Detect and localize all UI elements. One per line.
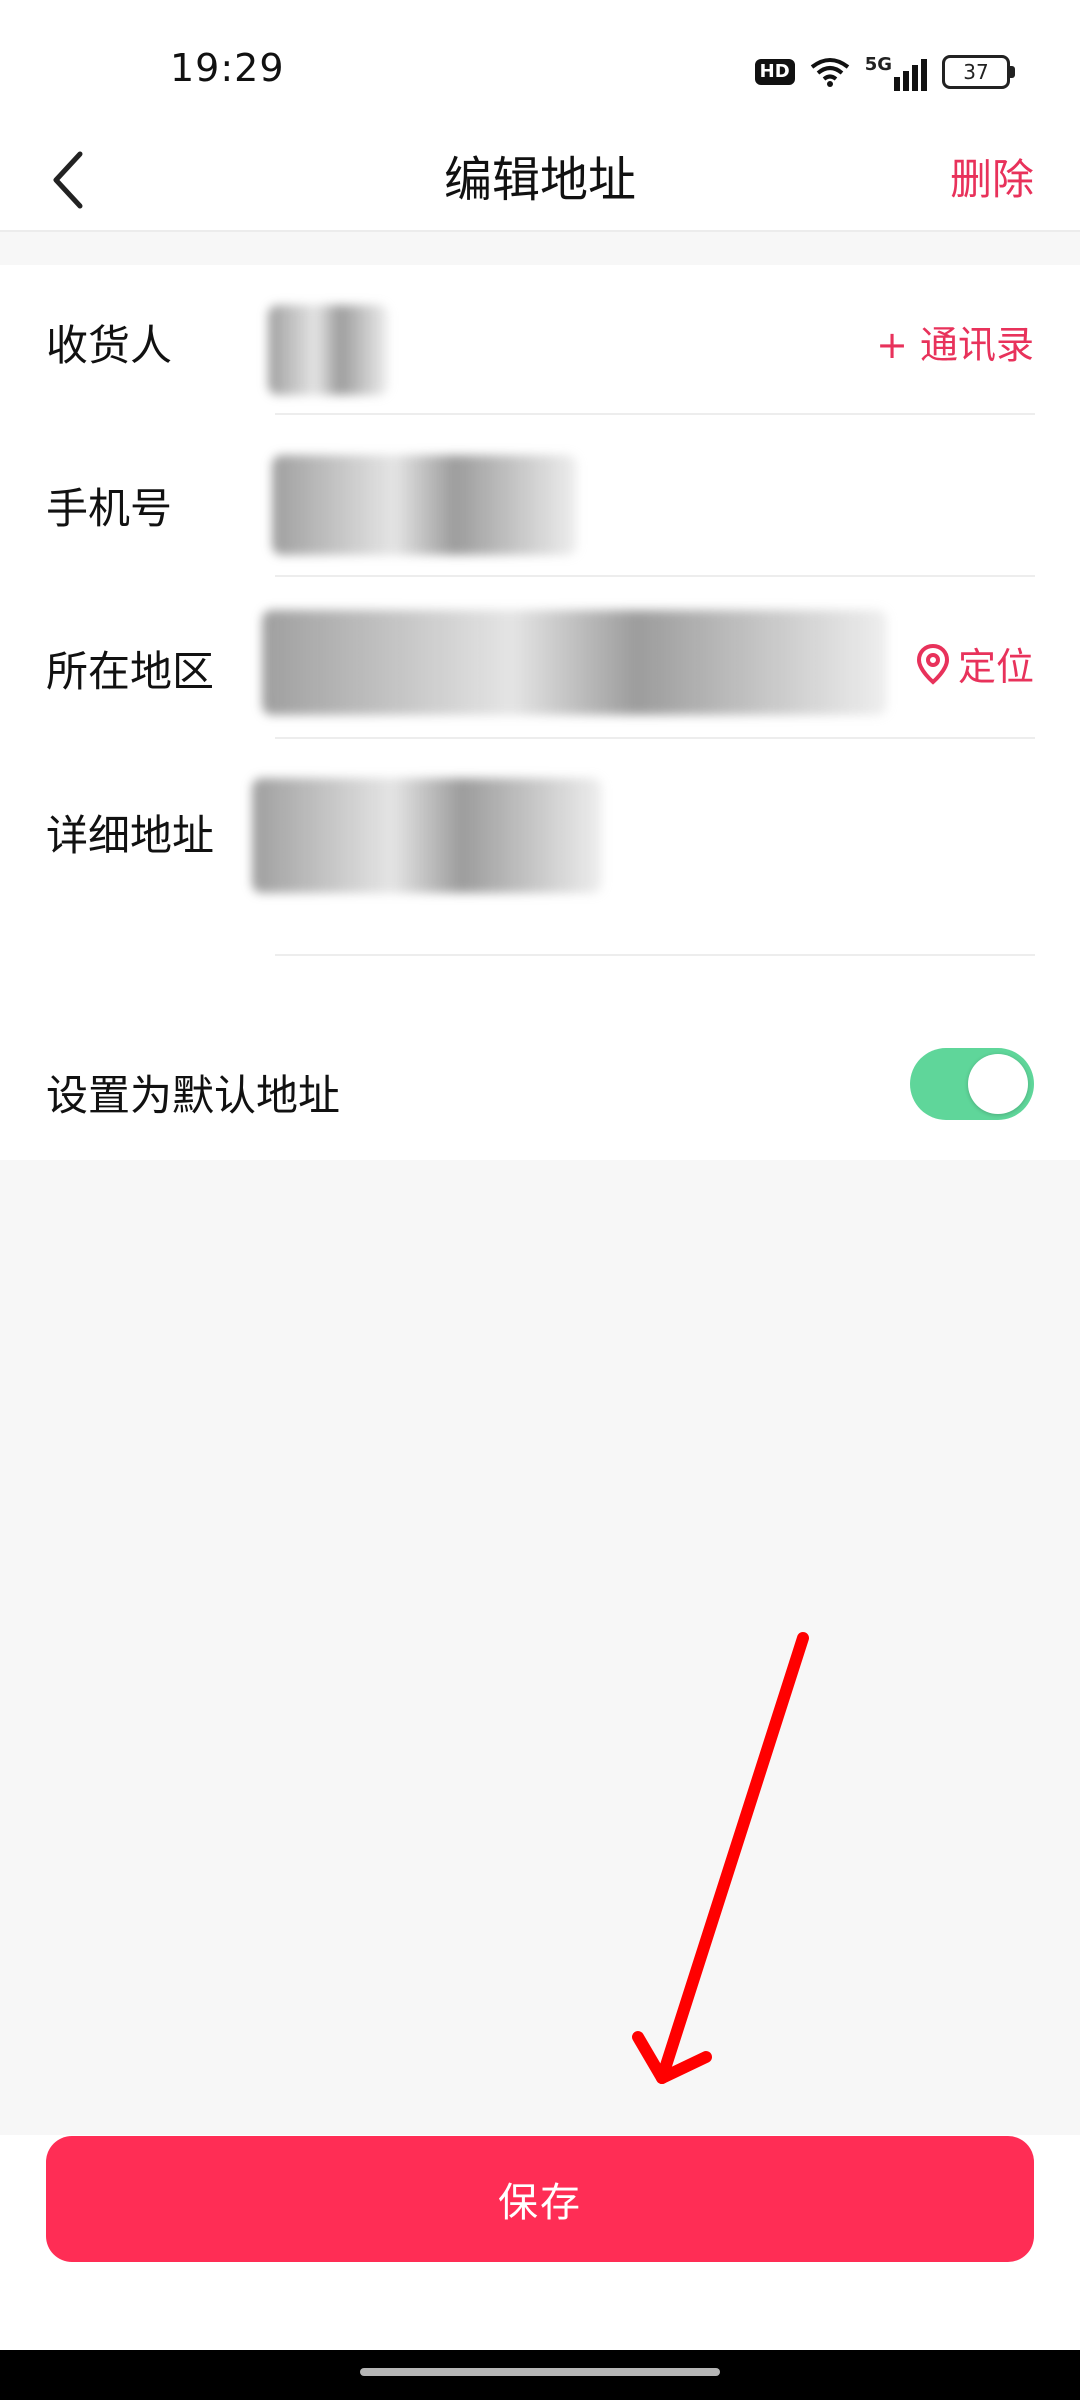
phone-label: 手机号 xyxy=(46,484,173,533)
divider xyxy=(275,413,1035,415)
location-pin-icon xyxy=(916,643,949,685)
phone-input[interactable] xyxy=(272,455,577,555)
contacts-button[interactable]: + 通讯录 xyxy=(876,314,1034,369)
network-type-icon: 5G xyxy=(865,54,928,91)
default-address-toggle[interactable] xyxy=(910,1048,1034,1120)
hd-icon: HD xyxy=(754,59,795,85)
status-bar: 19:29 HD 5G 37 xyxy=(0,0,1080,130)
locate-button[interactable]: 定位 xyxy=(916,636,1034,691)
annotation-arrow-icon xyxy=(632,1632,809,2084)
detail-address-label: 详细地址 xyxy=(46,811,215,860)
status-icons: HD 5G 37 xyxy=(754,52,1015,92)
divider xyxy=(275,737,1035,739)
save-button[interactable]: 保存 xyxy=(46,2136,1034,2262)
signal-icon xyxy=(894,58,927,91)
divider xyxy=(275,575,1035,577)
wifi-icon xyxy=(810,58,849,87)
page-title: 编辑地址 xyxy=(443,152,636,208)
region-input[interactable] xyxy=(262,610,887,715)
status-time: 19:29 xyxy=(170,46,285,90)
battery-icon: 37 xyxy=(942,55,1015,89)
region-label: 所在地区 xyxy=(46,647,215,696)
divider xyxy=(275,954,1035,956)
detail-address-input[interactable] xyxy=(252,778,602,893)
chevron-left-icon xyxy=(53,151,83,209)
default-address-label: 设置为默认地址 xyxy=(46,1071,341,1120)
home-indicator[interactable] xyxy=(360,2368,720,2376)
recipient-input[interactable] xyxy=(268,305,388,395)
recipient-label: 收货人 xyxy=(46,321,173,370)
toggle-knob xyxy=(968,1054,1028,1114)
nav-header: 编辑地址 删除 xyxy=(0,130,1080,232)
back-button[interactable] xyxy=(48,130,138,230)
delete-button[interactable]: 删除 xyxy=(950,130,1034,230)
